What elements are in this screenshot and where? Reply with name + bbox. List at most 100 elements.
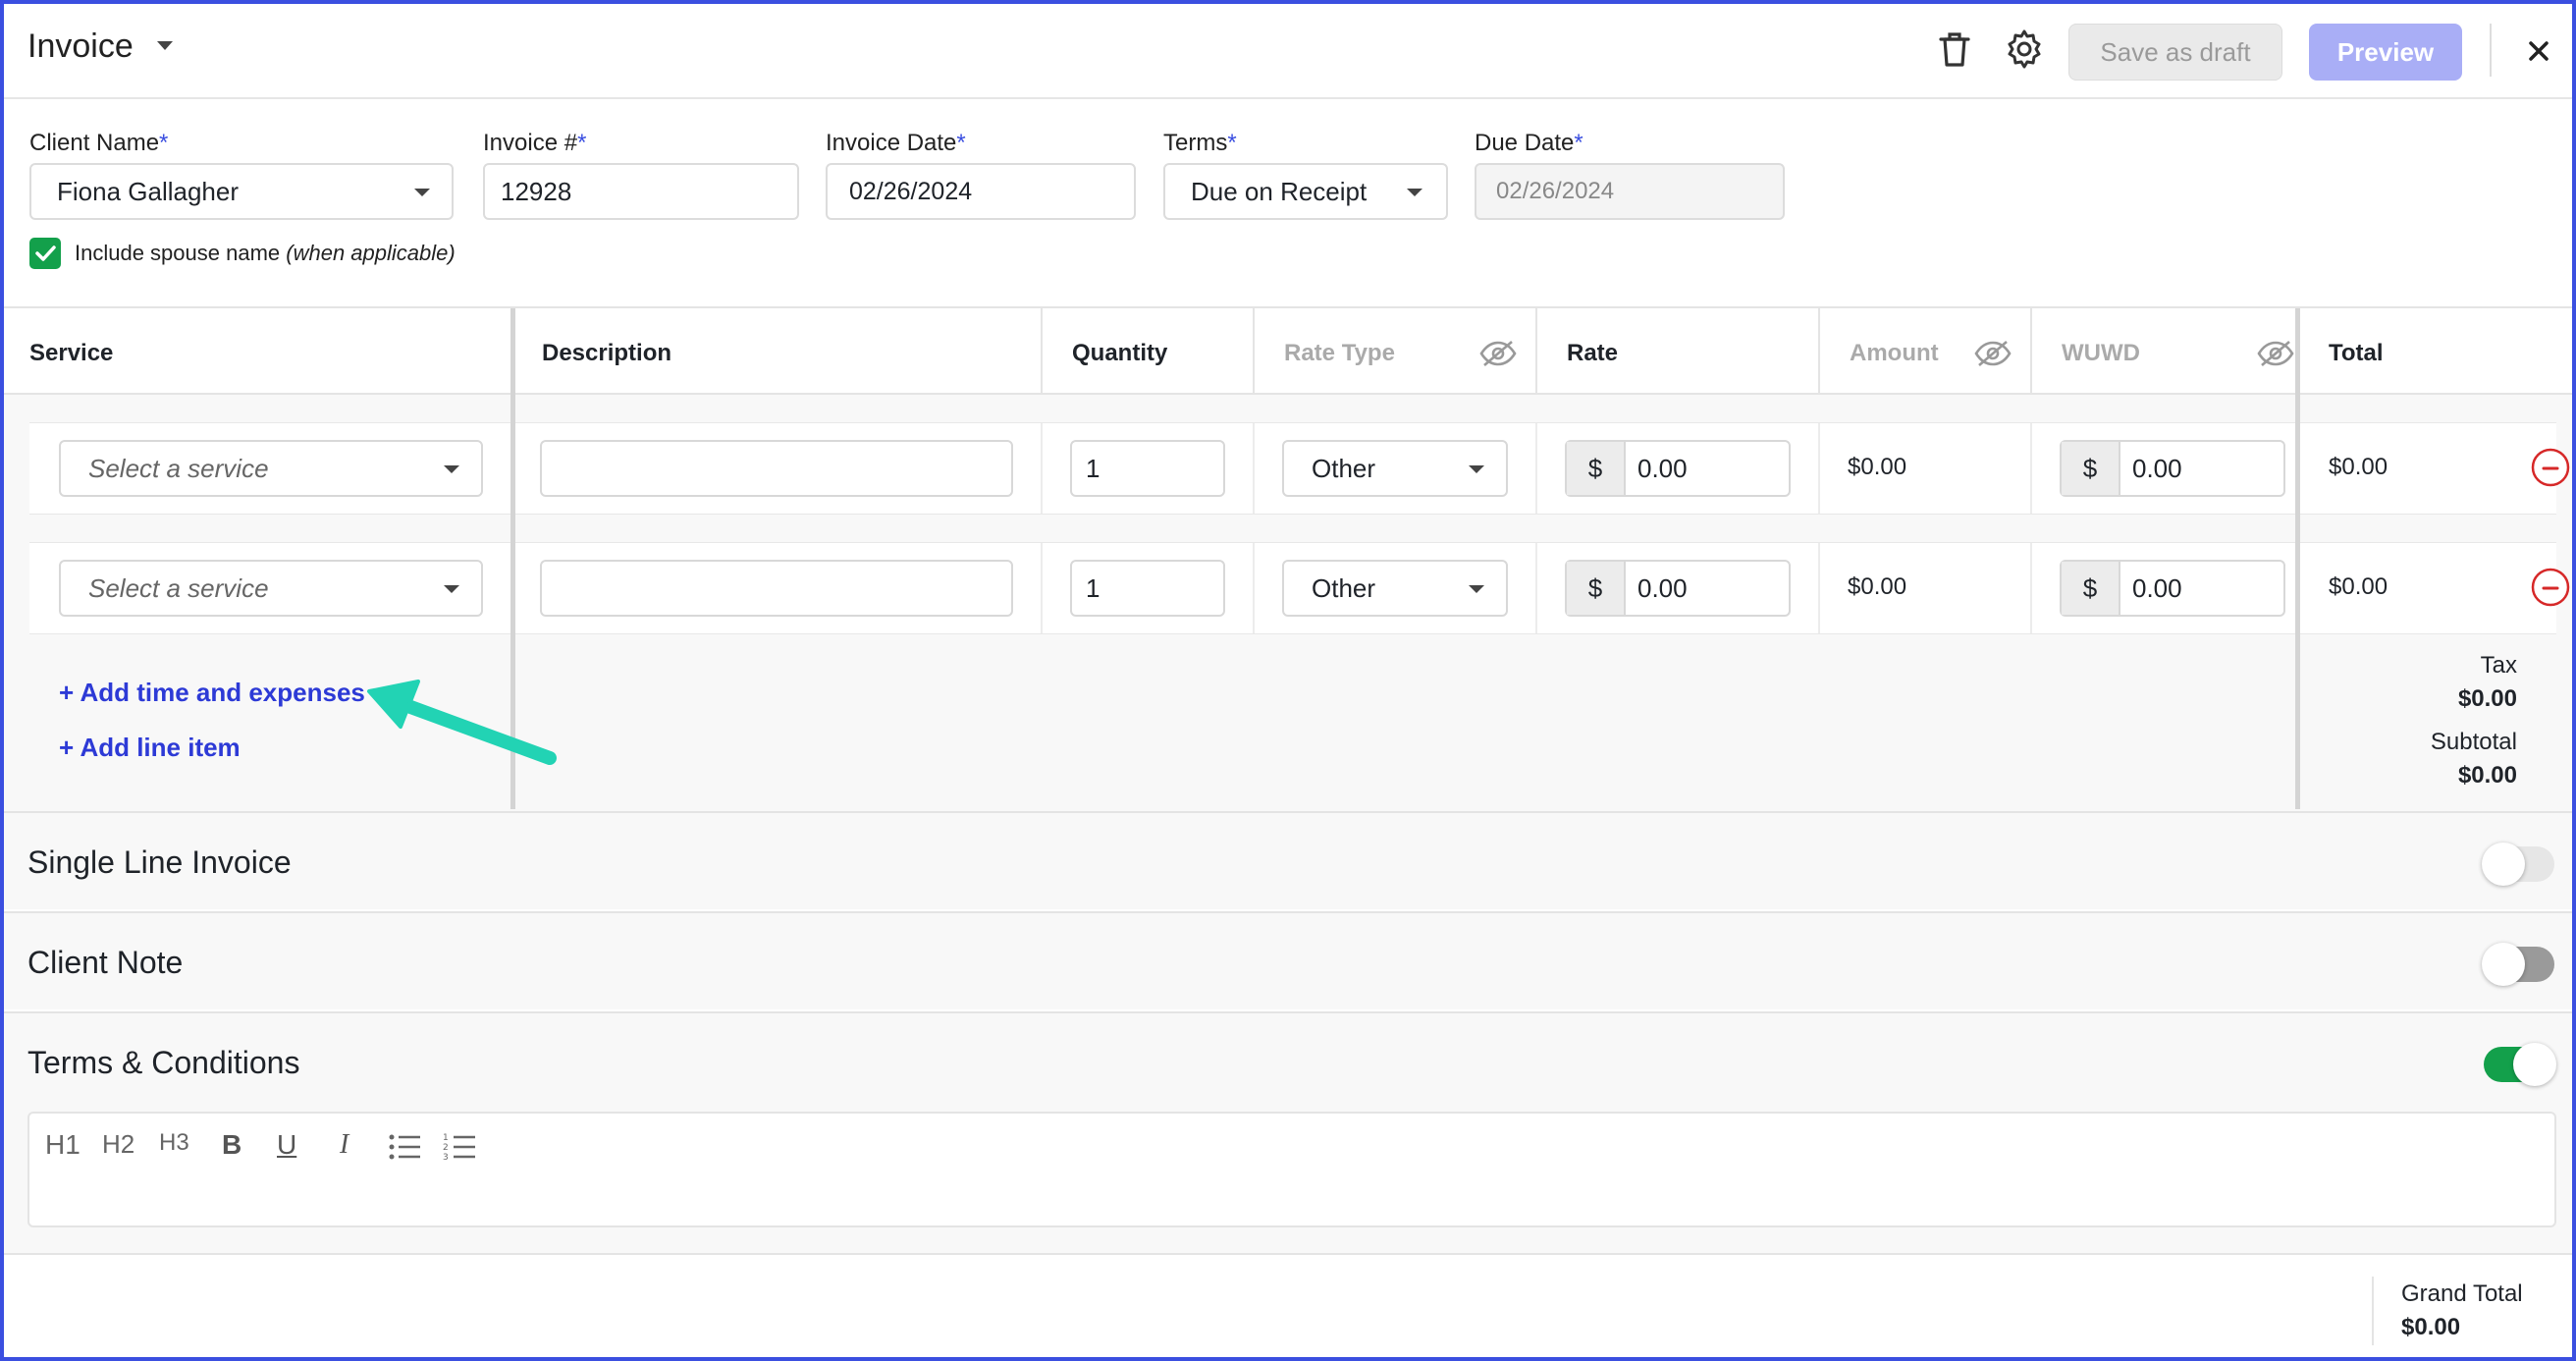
currency-prefix: $ <box>2062 442 2120 495</box>
table-header: Service Description Quantity Rate Type R… <box>4 306 2572 395</box>
rate-value: 0.00 <box>1637 572 1688 603</box>
wuwd-value: 0.00 <box>2132 572 2182 603</box>
footer-bar: Grand Total $0.00 <box>4 1253 2572 1357</box>
header-divider <box>2490 24 2492 77</box>
italic-button[interactable]: I <box>340 1129 349 1169</box>
due-date-value: 02/26/2024 <box>1496 178 1615 204</box>
add-line-item-link[interactable]: + Add line item <box>59 733 241 763</box>
terms-editor[interactable]: H1 H2 H3 B U I 1 2 3 <box>27 1112 2556 1227</box>
tax-value: $0.00 <box>2457 685 2517 712</box>
underline-button[interactable]: U <box>277 1129 296 1169</box>
single-line-invoice-section: Single Line Invoice <box>4 811 2572 909</box>
service-select[interactable]: Select a service <box>59 560 483 617</box>
service-select[interactable]: Select a service <box>59 440 483 497</box>
eye-off-icon[interactable] <box>2256 338 2295 369</box>
trash-icon[interactable] <box>1931 26 1978 73</box>
heading-1-button[interactable]: H1 <box>45 1129 80 1169</box>
single-line-invoice-toggle[interactable] <box>2482 843 2554 886</box>
column-divider <box>2030 308 2032 393</box>
chevron-down-icon <box>444 465 459 473</box>
due-date-input: 02/26/2024 <box>1475 163 1785 220</box>
rate-type-value: Other <box>1312 453 1376 483</box>
chevron-down-icon <box>1407 189 1422 196</box>
column-header-amount: Amount <box>1850 340 1939 366</box>
remove-row-icon[interactable] <box>2531 448 2570 487</box>
total-value: $0.00 <box>2329 573 2388 600</box>
subtotal-value: $0.00 <box>2457 762 2517 789</box>
rate-input[interactable]: $ 0.00 <box>1565 440 1791 497</box>
chevron-down-icon <box>444 585 459 593</box>
section-title: Client Note <box>27 945 184 980</box>
chevron-down-icon[interactable] <box>157 41 173 50</box>
heading-2-button[interactable]: H2 <box>102 1129 134 1169</box>
column-header-wuwd: WUWD <box>2062 340 2140 366</box>
wuwd-input[interactable]: $ 0.00 <box>2060 440 2285 497</box>
invoice-date-label: Invoice Date* <box>826 130 966 156</box>
terms-label: Terms* <box>1163 130 1237 156</box>
add-time-and-expenses-link[interactable]: + Add time and expenses <box>59 678 365 708</box>
description-input[interactable] <box>540 560 1013 617</box>
save-as-draft-button[interactable]: Save as draft <box>2068 24 2282 81</box>
column-divider <box>1535 308 1537 393</box>
bold-button[interactable]: B <box>222 1129 242 1169</box>
column-header-rate: Rate <box>1567 340 1619 366</box>
invoice-number-label: Invoice #* <box>483 130 587 156</box>
svg-text:3: 3 <box>443 1153 449 1163</box>
rate-value: 0.00 <box>1637 453 1688 483</box>
client-name-select[interactable]: Fiona Gallagher <box>29 163 454 220</box>
wuwd-input[interactable]: $ 0.00 <box>2060 560 2285 617</box>
section-title: Terms & Conditions <box>27 1045 300 1080</box>
terms-and-conditions-toggle[interactable] <box>2484 1043 2556 1086</box>
due-date-label: Due Date* <box>1475 130 1583 156</box>
numbered-list-icon[interactable]: 1 2 3 <box>442 1129 477 1165</box>
chevron-down-icon <box>1469 585 1484 593</box>
rate-input[interactable]: $ 0.00 <box>1565 560 1791 617</box>
close-icon[interactable] <box>2517 29 2560 73</box>
invoice-number-input[interactable]: 12928 <box>483 163 799 220</box>
gear-icon[interactable] <box>2001 26 2048 73</box>
include-spouse-label: Include spouse name (when applicable) <box>75 241 456 265</box>
column-header-quantity: Quantity <box>1072 340 1168 366</box>
footer-divider <box>2372 1277 2374 1345</box>
invoice-window: Invoice Save as draft Preview Client Nam… <box>0 0 2576 1361</box>
quantity-input[interactable]: 1 <box>1070 440 1225 497</box>
grand-total-label: Grand Total <box>2401 1280 2523 1307</box>
eye-off-icon[interactable] <box>1478 338 1518 369</box>
rate-type-select[interactable]: Other <box>1282 560 1508 617</box>
service-placeholder: Select a service <box>88 572 269 603</box>
chevron-down-icon <box>414 189 430 196</box>
terms-value: Due on Receipt <box>1191 176 1368 206</box>
eye-off-icon[interactable] <box>1973 338 2012 369</box>
invoice-date-input[interactable]: 02/26/2024 <box>826 163 1136 220</box>
total-value: $0.00 <box>2329 454 2388 480</box>
include-spouse-checkbox[interactable] <box>29 238 61 269</box>
column-header-description: Description <box>542 340 672 366</box>
client-note-toggle[interactable] <box>2482 943 2554 986</box>
column-divider <box>2295 308 2300 809</box>
page-title[interactable]: Invoice <box>27 27 134 66</box>
column-header-rate-type: Rate Type <box>1284 340 1395 366</box>
remove-row-icon[interactable] <box>2531 568 2570 607</box>
tax-label: Tax <box>2480 652 2517 679</box>
heading-3-button[interactable]: H3 <box>159 1129 189 1169</box>
bullet-list-icon[interactable] <box>387 1129 422 1165</box>
rate-type-value: Other <box>1312 572 1376 603</box>
service-placeholder: Select a service <box>88 453 269 483</box>
terms-select[interactable]: Due on Receipt <box>1163 163 1448 220</box>
invoice-date-value: 02/26/2024 <box>849 177 973 205</box>
section-title: Single Line Invoice <box>27 844 292 880</box>
preview-button[interactable]: Preview <box>2309 24 2462 81</box>
quantity-value: 1 <box>1086 572 1100 603</box>
client-name-value: Fiona Gallagher <box>57 176 239 206</box>
column-header-total: Total <box>2329 340 2384 366</box>
svg-text:1: 1 <box>443 1133 449 1143</box>
quantity-input[interactable]: 1 <box>1070 560 1225 617</box>
column-divider <box>1041 308 1043 393</box>
column-divider <box>1818 308 1820 393</box>
column-divider <box>1253 308 1255 393</box>
quantity-value: 1 <box>1086 453 1100 483</box>
description-input[interactable] <box>540 440 1013 497</box>
chevron-down-icon <box>1469 465 1484 473</box>
rate-type-select[interactable]: Other <box>1282 440 1508 497</box>
column-header-service: Service <box>29 340 114 366</box>
